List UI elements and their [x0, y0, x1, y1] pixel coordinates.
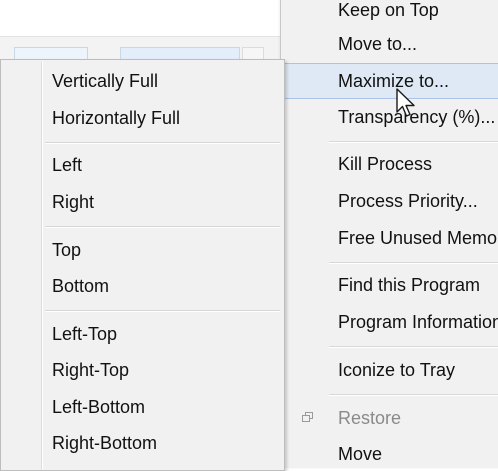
- menu-item-keep-on-top[interactable]: Keep on Top: [281, 0, 498, 27]
- submenu-item-right-bottom[interactable]: Right-Bottom: [1, 426, 284, 460]
- menu-item-label: Iconize to Tray: [338, 359, 456, 380]
- menu-item-restore[interactable]: Restore: [281, 401, 498, 435]
- menu-item-move[interactable]: Move: [281, 437, 498, 471]
- menu-item-label: Left: [52, 154, 83, 175]
- menu-item-label: Maximize to...: [338, 70, 450, 91]
- menu-separator: [45, 226, 280, 228]
- arrow-cursor-icon: [396, 88, 415, 117]
- menu-item-label: Kill Process: [338, 153, 433, 174]
- submenu-item-right-top[interactable]: Right-Top: [1, 353, 284, 387]
- menu-item-program-information[interactable]: Program Information: [281, 305, 498, 339]
- menu-item-kill-process[interactable]: Kill Process: [281, 147, 498, 181]
- restore-icon: [302, 412, 313, 422]
- menu-item-label: Process Priority...: [338, 190, 478, 211]
- menu-item-label: Right-Bottom: [52, 432, 158, 453]
- menu-item-label: Horizontally Full: [52, 107, 181, 128]
- menu-item-label: Move: [338, 443, 383, 464]
- menu-item-label: Free Unused Memory: [338, 227, 498, 248]
- menu-item-label: Move to...: [338, 33, 418, 54]
- maximize-submenu: Vertically Full Horizontally Full Left R…: [0, 59, 285, 471]
- menu-item-maximize-to[interactable]: Maximize to...: [281, 63, 498, 99]
- menu-item-label: Keep on Top: [338, 0, 439, 20]
- menu-separator: [329, 141, 498, 143]
- menu-item-label: Vertically Full: [52, 70, 159, 91]
- menu-separator: [329, 394, 498, 396]
- menu-item-iconize-to-tray[interactable]: Iconize to Tray: [281, 353, 498, 387]
- submenu-item-left-bottom[interactable]: Left-Bottom: [1, 390, 284, 424]
- submenu-item-left[interactable]: Left: [1, 148, 284, 182]
- menu-item-label: Top: [52, 239, 82, 260]
- submenu-item-right[interactable]: Right: [1, 185, 284, 219]
- menu-separator: [329, 262, 498, 264]
- menu-item-label: Left-Top: [52, 323, 118, 344]
- menu-item-label: Bottom: [52, 275, 110, 296]
- menu-item-label: Left-Bottom: [52, 396, 146, 417]
- menu-item-process-priority[interactable]: Process Priority...: [281, 184, 498, 218]
- menu-item-free-unused-memory[interactable]: Free Unused Memory: [281, 221, 498, 255]
- menu-separator: [329, 346, 498, 348]
- menu-item-label: Right-Top: [52, 359, 130, 380]
- submenu-item-horizontally-full[interactable]: Horizontally Full: [1, 101, 284, 135]
- menu-item-label: Find this Program: [338, 274, 481, 295]
- submenu-item-bottom[interactable]: Bottom: [1, 269, 284, 303]
- menu-item-label: Program Information: [338, 311, 498, 332]
- context-menu: Keep on Top Move to... Maximize to... Tr…: [280, 0, 498, 468]
- submenu-item-top[interactable]: Top: [1, 233, 284, 267]
- submenu-item-vertically-full[interactable]: Vertically Full: [1, 64, 284, 98]
- menu-separator: [45, 310, 280, 312]
- menu-item-label: Restore: [338, 407, 402, 428]
- menu-item-move-to[interactable]: Move to...: [281, 27, 498, 61]
- submenu-item-left-top[interactable]: Left-Top: [1, 317, 284, 351]
- menu-item-transparency[interactable]: Transparency (%)...: [281, 100, 498, 134]
- menu-item-find-this-program[interactable]: Find this Program: [281, 268, 498, 302]
- menu-item-label: Right: [52, 191, 95, 212]
- menu-separator: [45, 142, 280, 144]
